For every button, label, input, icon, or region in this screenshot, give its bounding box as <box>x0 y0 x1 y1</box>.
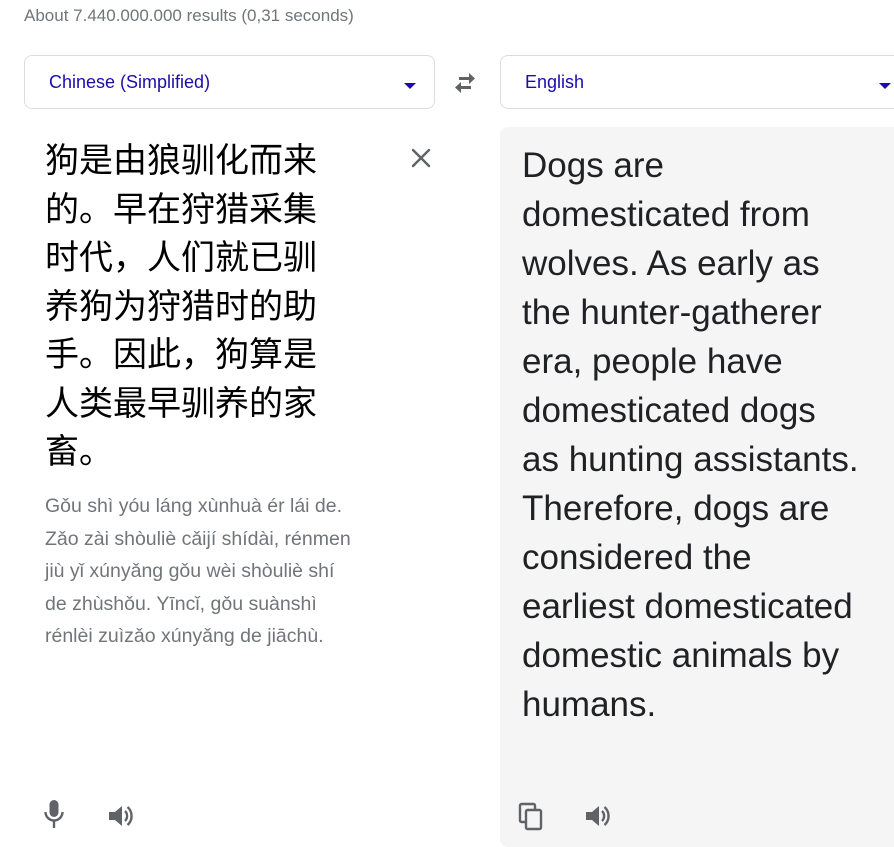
target-language-select[interactable]: English <box>500 55 894 109</box>
source-language-label: Chinese (Simplified) <box>49 72 211 92</box>
target-language-label: English <box>525 72 585 92</box>
speaker-icon[interactable] <box>583 802 611 830</box>
microphone-icon[interactable] <box>42 798 66 830</box>
romanization-text: Gǒu shì yóu láng xùnhuà ér lái de. Zǎo z… <box>45 495 351 648</box>
source-language-select[interactable]: Chinese (Simplified) <box>24 55 435 109</box>
speaker-icon[interactable] <box>106 802 134 830</box>
chevron-down-icon <box>879 83 891 89</box>
swap-horiz-icon[interactable] <box>450 70 480 96</box>
results-stats: About 7.440.000.000 results (0,31 second… <box>24 6 354 25</box>
close-icon[interactable] <box>410 147 432 169</box>
source-text[interactable]: 狗是由狼驯化而来的。早在狩猎采集时代，人们就已驯养狗为狩猎时的助手。因此，狗算是… <box>45 137 335 477</box>
chevron-down-icon <box>404 83 416 89</box>
copy-icon[interactable] <box>518 802 544 831</box>
target-text: Dogs are domesticated from wolves. As ea… <box>522 146 859 724</box>
